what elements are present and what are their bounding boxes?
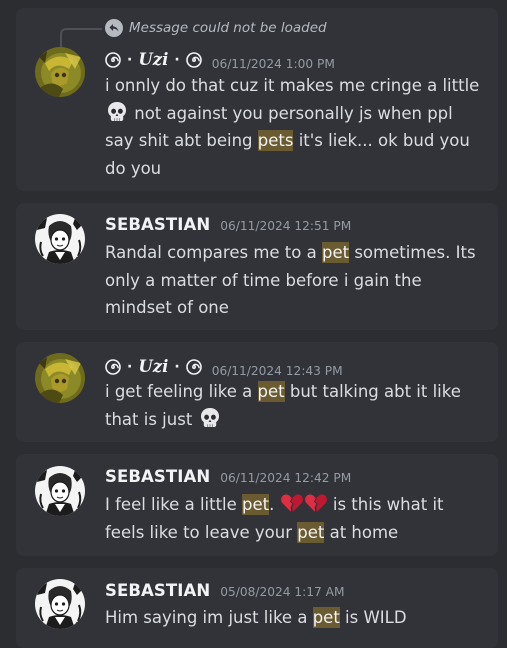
message-text: i get feeling like a — [105, 382, 258, 401]
avatar[interactable] — [35, 214, 85, 264]
message-content: I feel like a little pet. is this what i… — [105, 491, 485, 546]
search-highlight: pet — [242, 494, 270, 515]
search-highlight: pet — [257, 381, 285, 402]
spiral-icon — [185, 358, 202, 375]
avatar[interactable] — [35, 579, 85, 629]
message-content: Him saying im just like a pet is WILD — [105, 604, 485, 632]
timestamp[interactable]: 06/11/2024 12:42 PM — [220, 471, 351, 485]
username[interactable]: · Uzi · — [105, 50, 202, 69]
message-content: i get feeling like a pet but talking abt… — [105, 378, 485, 433]
message-header: SEBASTIAN 06/11/2024 12:42 PM — [105, 467, 351, 486]
spiral-icon — [185, 51, 202, 68]
avatar[interactable] — [35, 353, 85, 403]
message-card[interactable]: Message could not be loaded · Uzi · 06/1… — [16, 8, 498, 191]
message-card[interactable]: SEBASTIAN 05/08/2024 1:17 AM Him saying … — [16, 568, 498, 648]
message-header: · Uzi · 06/11/2024 12:43 PM — [105, 357, 343, 378]
search-highlight: pets — [257, 130, 294, 151]
reply-preview[interactable]: Message could not be loaded — [105, 19, 327, 37]
reply-text: Message could not be loaded — [129, 20, 327, 36]
timestamp[interactable]: 05/08/2024 1:17 AM — [220, 585, 344, 599]
search-highlight: pet — [297, 521, 325, 543]
username-text: Uzi — [138, 50, 169, 69]
timestamp[interactable]: 06/11/2024 1:00 PM — [212, 57, 335, 71]
avatar[interactable] — [35, 47, 85, 97]
message-card[interactable]: SEBASTIAN 06/11/2024 12:51 PM Randal com… — [16, 203, 498, 330]
name-dot: · — [127, 51, 133, 68]
message-text: Him saying im just like a — [105, 608, 313, 627]
name-dot: · — [174, 51, 180, 68]
broken-heart-emoji-icon — [304, 494, 327, 512]
username[interactable]: SEBASTIAN — [105, 215, 210, 234]
message-text: I feel like a little — [105, 495, 243, 514]
skull-emoji-icon — [200, 407, 219, 427]
skull-emoji-icon — [108, 101, 126, 121]
reply-connector — [60, 28, 102, 48]
spiral-icon — [105, 51, 121, 68]
timestamp[interactable]: 06/11/2024 12:43 PM — [212, 364, 343, 378]
name-dot: · — [174, 358, 180, 375]
username-text: Uzi — [138, 357, 169, 376]
reply-arrow-icon — [105, 19, 123, 37]
username[interactable]: SEBASTIAN — [105, 467, 210, 486]
avatar[interactable] — [35, 466, 85, 516]
message-content: i onnly do that cuz it makes me cringe a… — [105, 72, 485, 182]
username[interactable]: · Uzi · — [105, 357, 202, 376]
message-text: . — [269, 495, 280, 514]
search-highlight: pet — [312, 607, 340, 628]
message-text: is WILD — [339, 608, 407, 627]
message-header: · Uzi · 06/11/2024 1:00 PM — [105, 50, 335, 71]
username[interactable]: SEBASTIAN — [105, 581, 210, 600]
message-header: SEBASTIAN 06/11/2024 12:51 PM — [105, 215, 351, 234]
message-card[interactable]: SEBASTIAN 06/11/2024 12:42 PM I feel lik… — [16, 454, 498, 556]
message-text: at home — [324, 522, 399, 542]
message-content: Randal compares me to a pet sometimes. I… — [105, 239, 485, 322]
message-card[interactable]: · Uzi · 06/11/2024 12:43 PM i get feelin… — [16, 342, 498, 442]
message-text: i onnly do that cuz it makes me cringe a… — [105, 76, 480, 95]
spiral-icon — [105, 358, 121, 375]
message-header: SEBASTIAN 05/08/2024 1:17 AM — [105, 581, 344, 600]
name-dot: · — [127, 358, 133, 375]
search-highlight: pet — [321, 242, 350, 263]
message-text: Randal compares me to a — [105, 243, 322, 262]
broken-heart-emoji-icon — [280, 494, 303, 512]
timestamp[interactable]: 06/11/2024 12:51 PM — [220, 219, 351, 233]
